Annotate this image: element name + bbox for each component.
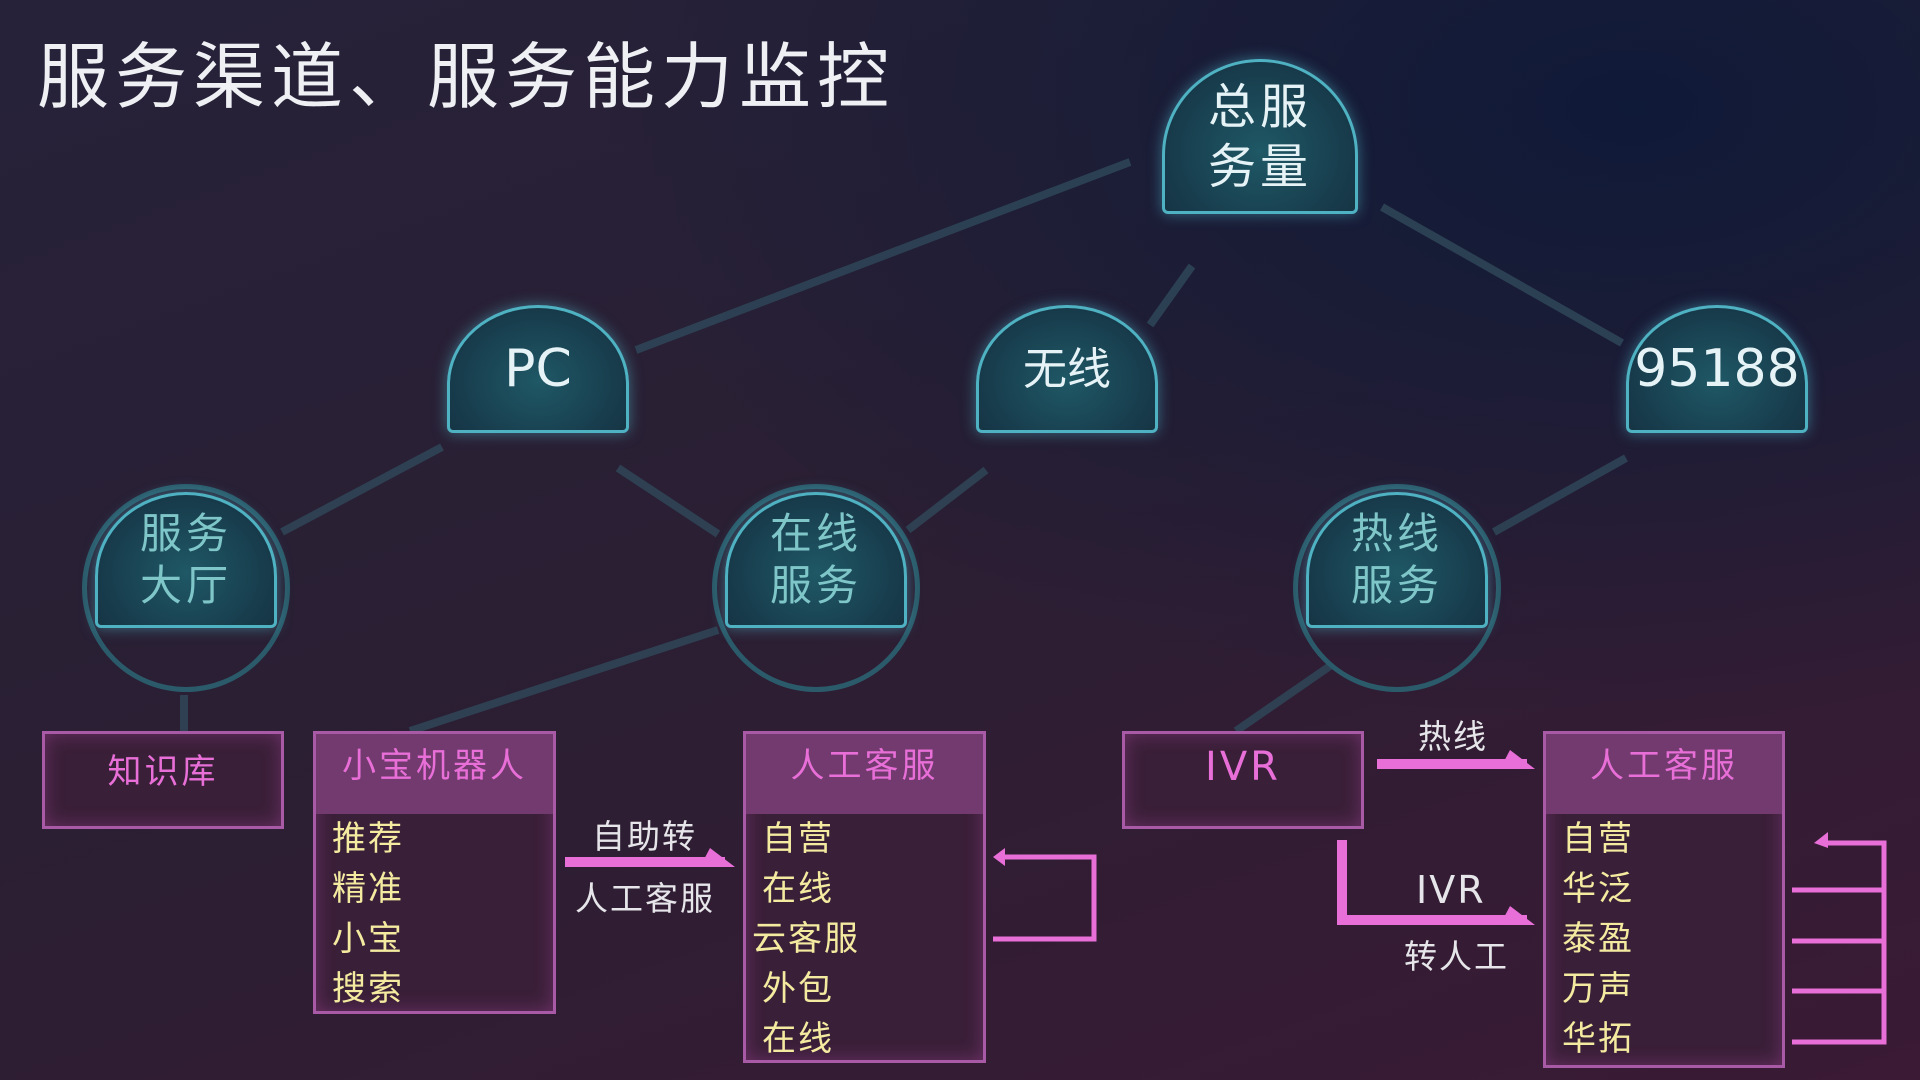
list-item: 精准	[332, 869, 404, 909]
list-item: 自营	[1562, 819, 1634, 859]
loop-arrow	[993, 854, 1097, 942]
loop-arrows-right	[1792, 840, 1887, 1045]
list-item: 小宝	[332, 919, 404, 959]
arrow-label-transfer-human: 转人工	[1404, 937, 1509, 976]
list-item: 自营	[762, 819, 834, 859]
box-title: 知识库	[107, 752, 219, 792]
arrow-label-hotline: 热线	[1418, 717, 1488, 756]
list-item: 外包	[762, 969, 834, 1009]
online-service-dome: 在线服务	[725, 492, 907, 628]
box-robot[interactable]: 小宝机器人 推荐 精准 小宝 搜索	[313, 731, 556, 1014]
list-item: 万声	[1562, 969, 1634, 1009]
list-item: 在线	[762, 1019, 834, 1059]
box-title: 人工客服	[1546, 734, 1782, 814]
box-title: 小宝机器人	[316, 734, 553, 814]
hotline-service-dome: 热线服务	[1306, 492, 1488, 628]
arrow-label-ivr: IVR	[1416, 868, 1486, 912]
service-hall-dome: 服务大厅	[95, 492, 277, 628]
list-item: 在线	[762, 869, 834, 909]
box-human-service-hotline[interactable]: 人工客服 自营 华泛 泰盈 万声 华拓	[1543, 731, 1785, 1068]
arrow-label-self-service: 自助转	[592, 817, 697, 856]
node-hotline-service[interactable]: 热线服务	[1293, 484, 1501, 692]
box-title: IVR	[1205, 744, 1281, 790]
list-item: 华泛	[1562, 869, 1634, 909]
node-service-hall[interactable]: 服务大厅	[82, 484, 290, 692]
list-item: 推荐	[332, 819, 404, 859]
box-ivr[interactable]: IVR	[1122, 731, 1364, 829]
box-human-service-online[interactable]: 人工客服 自营 在线 云客服 外包 在线	[743, 731, 986, 1063]
box-knowledge-base[interactable]: 知识库	[42, 731, 284, 829]
list-item: 泰盈	[1562, 919, 1634, 959]
list-item: 华拓	[1562, 1019, 1634, 1059]
node-online-service[interactable]: 在线服务	[712, 484, 920, 692]
list-item: 云客服	[752, 919, 860, 959]
list-item: 搜索	[332, 969, 404, 1009]
arrow-label-human-service: 人工客服	[575, 879, 715, 918]
box-title: 人工客服	[746, 734, 983, 814]
